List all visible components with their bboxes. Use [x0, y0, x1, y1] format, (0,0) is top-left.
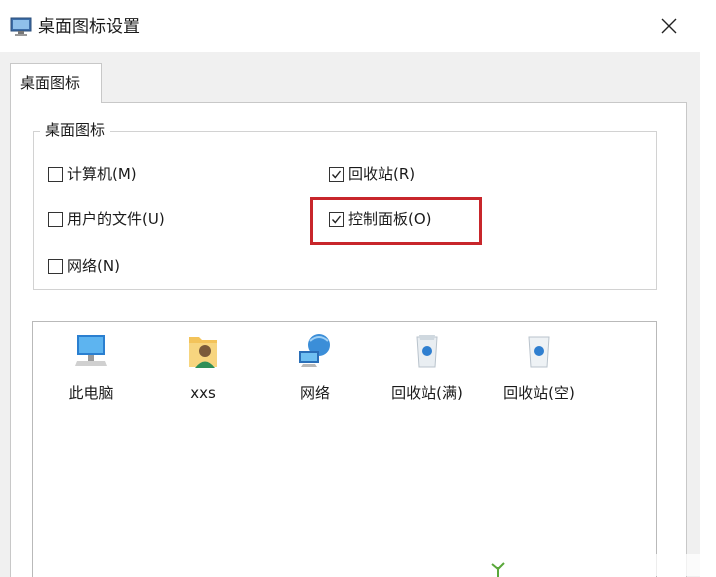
plant-decoration-icon: [491, 562, 505, 577]
tab-desktop-icons[interactable]: 桌面图标: [10, 63, 102, 103]
dialog-edge: [700, 52, 716, 577]
checkmark-icon: [331, 170, 342, 179]
checkbox-box[interactable]: [329, 166, 344, 182]
highlight-box: [310, 197, 482, 245]
user-files-checkbox[interactable]: 用户的文件(U): [48, 209, 165, 229]
recycle-bin-empty-icon: [528, 336, 550, 368]
item-label: xxs: [190, 384, 216, 402]
checkbox-box[interactable]: [48, 258, 63, 274]
network-checkbox[interactable]: 网络(N): [48, 256, 120, 276]
computer-checkbox[interactable]: 计算机(M): [48, 164, 137, 184]
checkbox-box[interactable]: [48, 211, 63, 227]
icon-preview-list[interactable]: [32, 321, 657, 577]
checkbox-label: 回收站(R): [348, 165, 416, 183]
title-bar: 桌面图标设置: [0, 0, 716, 52]
checkbox-box[interactable]: [48, 166, 63, 182]
checkbox-label: 计算机(M): [67, 165, 137, 183]
checkbox-label: 用户的文件(U): [67, 210, 165, 228]
computer-icon: [75, 335, 107, 366]
item-label: 此电脑: [68, 384, 114, 402]
watermark-overlay: [646, 554, 700, 576]
window-title: 桌面图标设置: [38, 17, 140, 37]
tab-label: 桌面图标: [20, 74, 81, 92]
item-label: 回收站(满): [391, 384, 463, 402]
recycle-bin-checkbox[interactable]: 回收站(R): [329, 164, 415, 184]
close-button[interactable]: [646, 6, 692, 46]
recycle-bin-full-icon: [416, 335, 438, 368]
item-label: 回收站(空): [503, 384, 575, 402]
display-properties-icon: [10, 17, 32, 36]
checkbox-label: 网络(N): [67, 257, 120, 275]
item-label: 网络: [299, 384, 330, 402]
user-folder-icon: [189, 337, 217, 368]
network-icon: [299, 334, 330, 367]
groupbox-title: 桌面图标: [40, 120, 111, 140]
close-icon: [661, 18, 677, 34]
